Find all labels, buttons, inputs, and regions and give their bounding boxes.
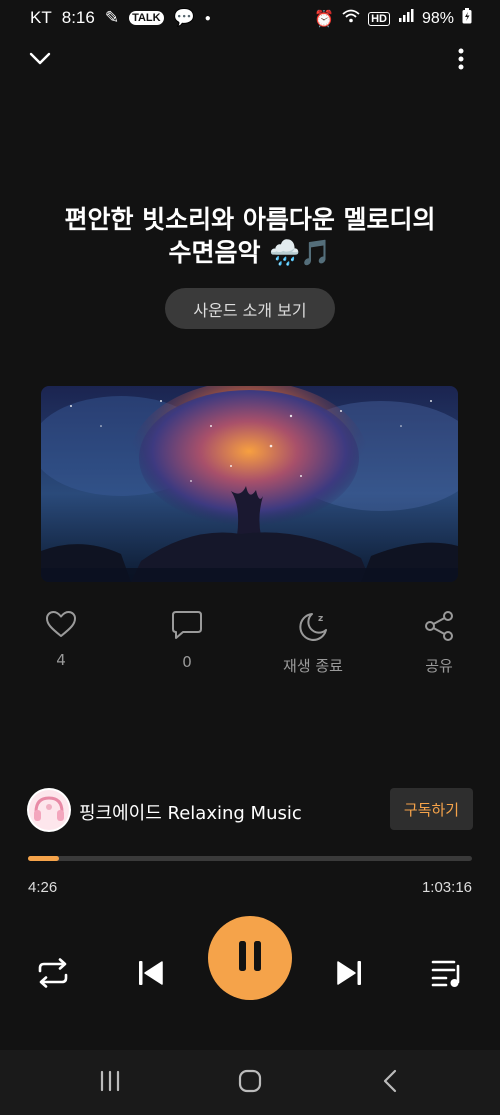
track-actions: 4 0 z 재생 종료 공유: [0, 610, 500, 680]
track-title: 편안한 빗소리와 아름다운 멜로디의 수면음악 🌧️🎵: [20, 203, 480, 269]
share-icon: [423, 610, 455, 647]
channel-row: 핑크에이드 Relaxing Music 구독하기: [27, 786, 473, 832]
kakaotalk-icon: TALK: [129, 11, 164, 25]
recent-apps-icon: [98, 1070, 122, 1097]
repeat-icon: [36, 957, 70, 993]
progress-bar[interactable]: [28, 856, 472, 861]
elapsed-time: 4:26: [28, 879, 58, 896]
alarm-icon: ⏰: [314, 10, 335, 28]
sleep-timer-button[interactable]: z 재생 종료: [258, 610, 368, 676]
moon-timer-icon: z: [296, 610, 330, 647]
like-button[interactable]: 4: [6, 610, 116, 669]
sleep-timer-label: 재생 종료: [283, 657, 343, 675]
carrier-label: KT: [30, 8, 52, 27]
comment-count: 0: [182, 653, 192, 671]
status-right: ⏰ HD 98%: [314, 8, 472, 29]
system-nav-bar: [0, 1050, 500, 1115]
like-count: 4: [56, 651, 66, 669]
notification-pen-icon: ✎: [104, 8, 120, 27]
sound-intro-button[interactable]: 사운드 소개 보기: [165, 288, 335, 329]
battery-icon: [462, 8, 472, 29]
home-button[interactable]: [230, 1068, 270, 1098]
channel-avatar[interactable]: [27, 788, 71, 832]
playback-controls: [0, 916, 500, 1004]
track-title-line2: 수면음악 🌧️🎵: [168, 238, 332, 267]
status-bar: KT 8:16 ✎ TALK 💬 ● ⏰ HD 98%: [0, 0, 500, 36]
next-icon: [335, 959, 365, 992]
comment-button[interactable]: 0: [132, 610, 242, 671]
chevron-down-icon: [29, 52, 51, 71]
previous-icon: [135, 959, 165, 992]
more-notifications-dot-icon: ●: [204, 12, 211, 24]
back-button[interactable]: [370, 1068, 410, 1098]
signal-icon: [398, 9, 414, 28]
pause-button[interactable]: [208, 916, 292, 1000]
playlist-button[interactable]: [428, 958, 466, 992]
collapse-player-button[interactable]: [24, 46, 56, 76]
total-duration: 1:03:16: [421, 879, 472, 896]
recent-apps-button[interactable]: [90, 1068, 130, 1098]
subscribe-button[interactable]: 구독하기: [390, 788, 473, 830]
repeat-button[interactable]: [34, 957, 72, 993]
status-left: KT 8:16 ✎ TALK 💬 ●: [30, 8, 211, 28]
share-label: 공유: [425, 657, 453, 675]
progress-fill: [28, 856, 60, 861]
more-options-button[interactable]: [446, 46, 476, 76]
hd-voice-icon: HD: [368, 11, 390, 26]
channel-name[interactable]: 핑크에이드 Relaxing Music: [79, 799, 302, 825]
chat-icon: 💬: [173, 8, 195, 27]
cover-art-image: [41, 386, 458, 582]
cover-art: [41, 386, 458, 582]
home-icon: [238, 1069, 262, 1098]
pause-icon: [238, 940, 262, 977]
track-title-line1: 편안한 빗소리와 아름다운 멜로디의: [64, 205, 436, 234]
playlist-icon: [430, 958, 464, 993]
wifi-icon: [342, 9, 360, 28]
heart-icon: [45, 610, 77, 643]
svg-text:z: z: [318, 614, 323, 624]
back-icon: [382, 1069, 398, 1098]
next-button[interactable]: [332, 958, 368, 992]
comment-icon: [171, 610, 203, 645]
share-button[interactable]: 공유: [384, 610, 494, 676]
clock: 8:16: [61, 8, 95, 27]
battery-percent: 98%: [421, 9, 454, 27]
previous-button[interactable]: [132, 958, 168, 992]
more-vertical-icon: [458, 48, 464, 75]
